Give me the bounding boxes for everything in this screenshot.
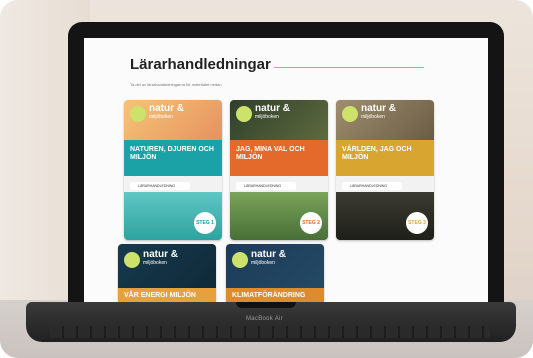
step-badge: STEG 3	[406, 212, 428, 234]
step-badge: STEG 2	[300, 212, 322, 234]
leaf-icon	[232, 252, 248, 268]
photo-background: Lärarhandledningar Ta del av lärarhandle…	[0, 0, 533, 358]
card-title: KLIMATFÖRÄNDRING	[232, 292, 306, 299]
card-label: LÄRARHANDLEDNING	[236, 182, 296, 190]
page-title: Lärarhandledningar	[130, 56, 271, 73]
step-badge: STEG 1	[194, 212, 216, 234]
card-logo-text: natur &	[149, 103, 184, 114]
card-steg-1[interactable]: natur & miljöboken NATUREN, DJUREN OCH M…	[124, 100, 222, 240]
card-logo-sub: miljöboken	[251, 260, 275, 266]
card-logo-text: natur &	[251, 249, 286, 260]
card-steg-2[interactable]: natur & miljöboken JAG, MINA VAL OCH MIL…	[230, 100, 328, 240]
card-logo-sub: miljöboken	[149, 114, 173, 120]
leaf-icon	[236, 106, 252, 122]
card-title: VÅR ENERGI MILJÖN	[124, 292, 196, 299]
laptop-brand-label: MacBook Air	[246, 316, 283, 322]
laptop-keyboard	[50, 326, 490, 338]
laptop-screen: Lärarhandledningar Ta del av lärarhandle…	[84, 38, 488, 302]
card-logo-sub: miljöboken	[143, 260, 167, 266]
card-logo-text: natur &	[143, 249, 178, 260]
card-steg-3[interactable]: natur & miljöboken VÄRLDEN, JAG OCH MILJ…	[336, 100, 434, 240]
leaf-icon	[124, 252, 140, 268]
card-label: LÄRARHANDLEDNING	[342, 182, 402, 190]
card-label: LÄRARHANDLEDNING	[130, 182, 190, 190]
card-title: JAG, MINA VAL OCH MILJÖN	[236, 146, 305, 161]
title-underline	[274, 67, 424, 68]
leaf-icon	[130, 106, 146, 122]
card-logo-text: natur &	[361, 103, 396, 114]
leaf-icon	[342, 106, 358, 122]
card-logo-text: natur &	[255, 103, 290, 114]
card-row2-2[interactable]: natur & miljöboken KLIMATFÖRÄNDRING	[226, 244, 324, 302]
page-subtitle: Ta del av lärarhandledningarna för mater…	[130, 82, 222, 87]
card-logo-sub: miljöboken	[255, 114, 279, 120]
card-row2-1[interactable]: natur & miljöboken VÅR ENERGI MILJÖN	[118, 244, 216, 302]
card-title: VÄRLDEN, JAG OCH MILJÖN	[342, 146, 412, 161]
laptop-notch	[236, 302, 296, 308]
card-logo-sub: miljöboken	[361, 114, 385, 120]
card-title: NATUREN, DJUREN OCH MILJÖN	[130, 146, 214, 161]
